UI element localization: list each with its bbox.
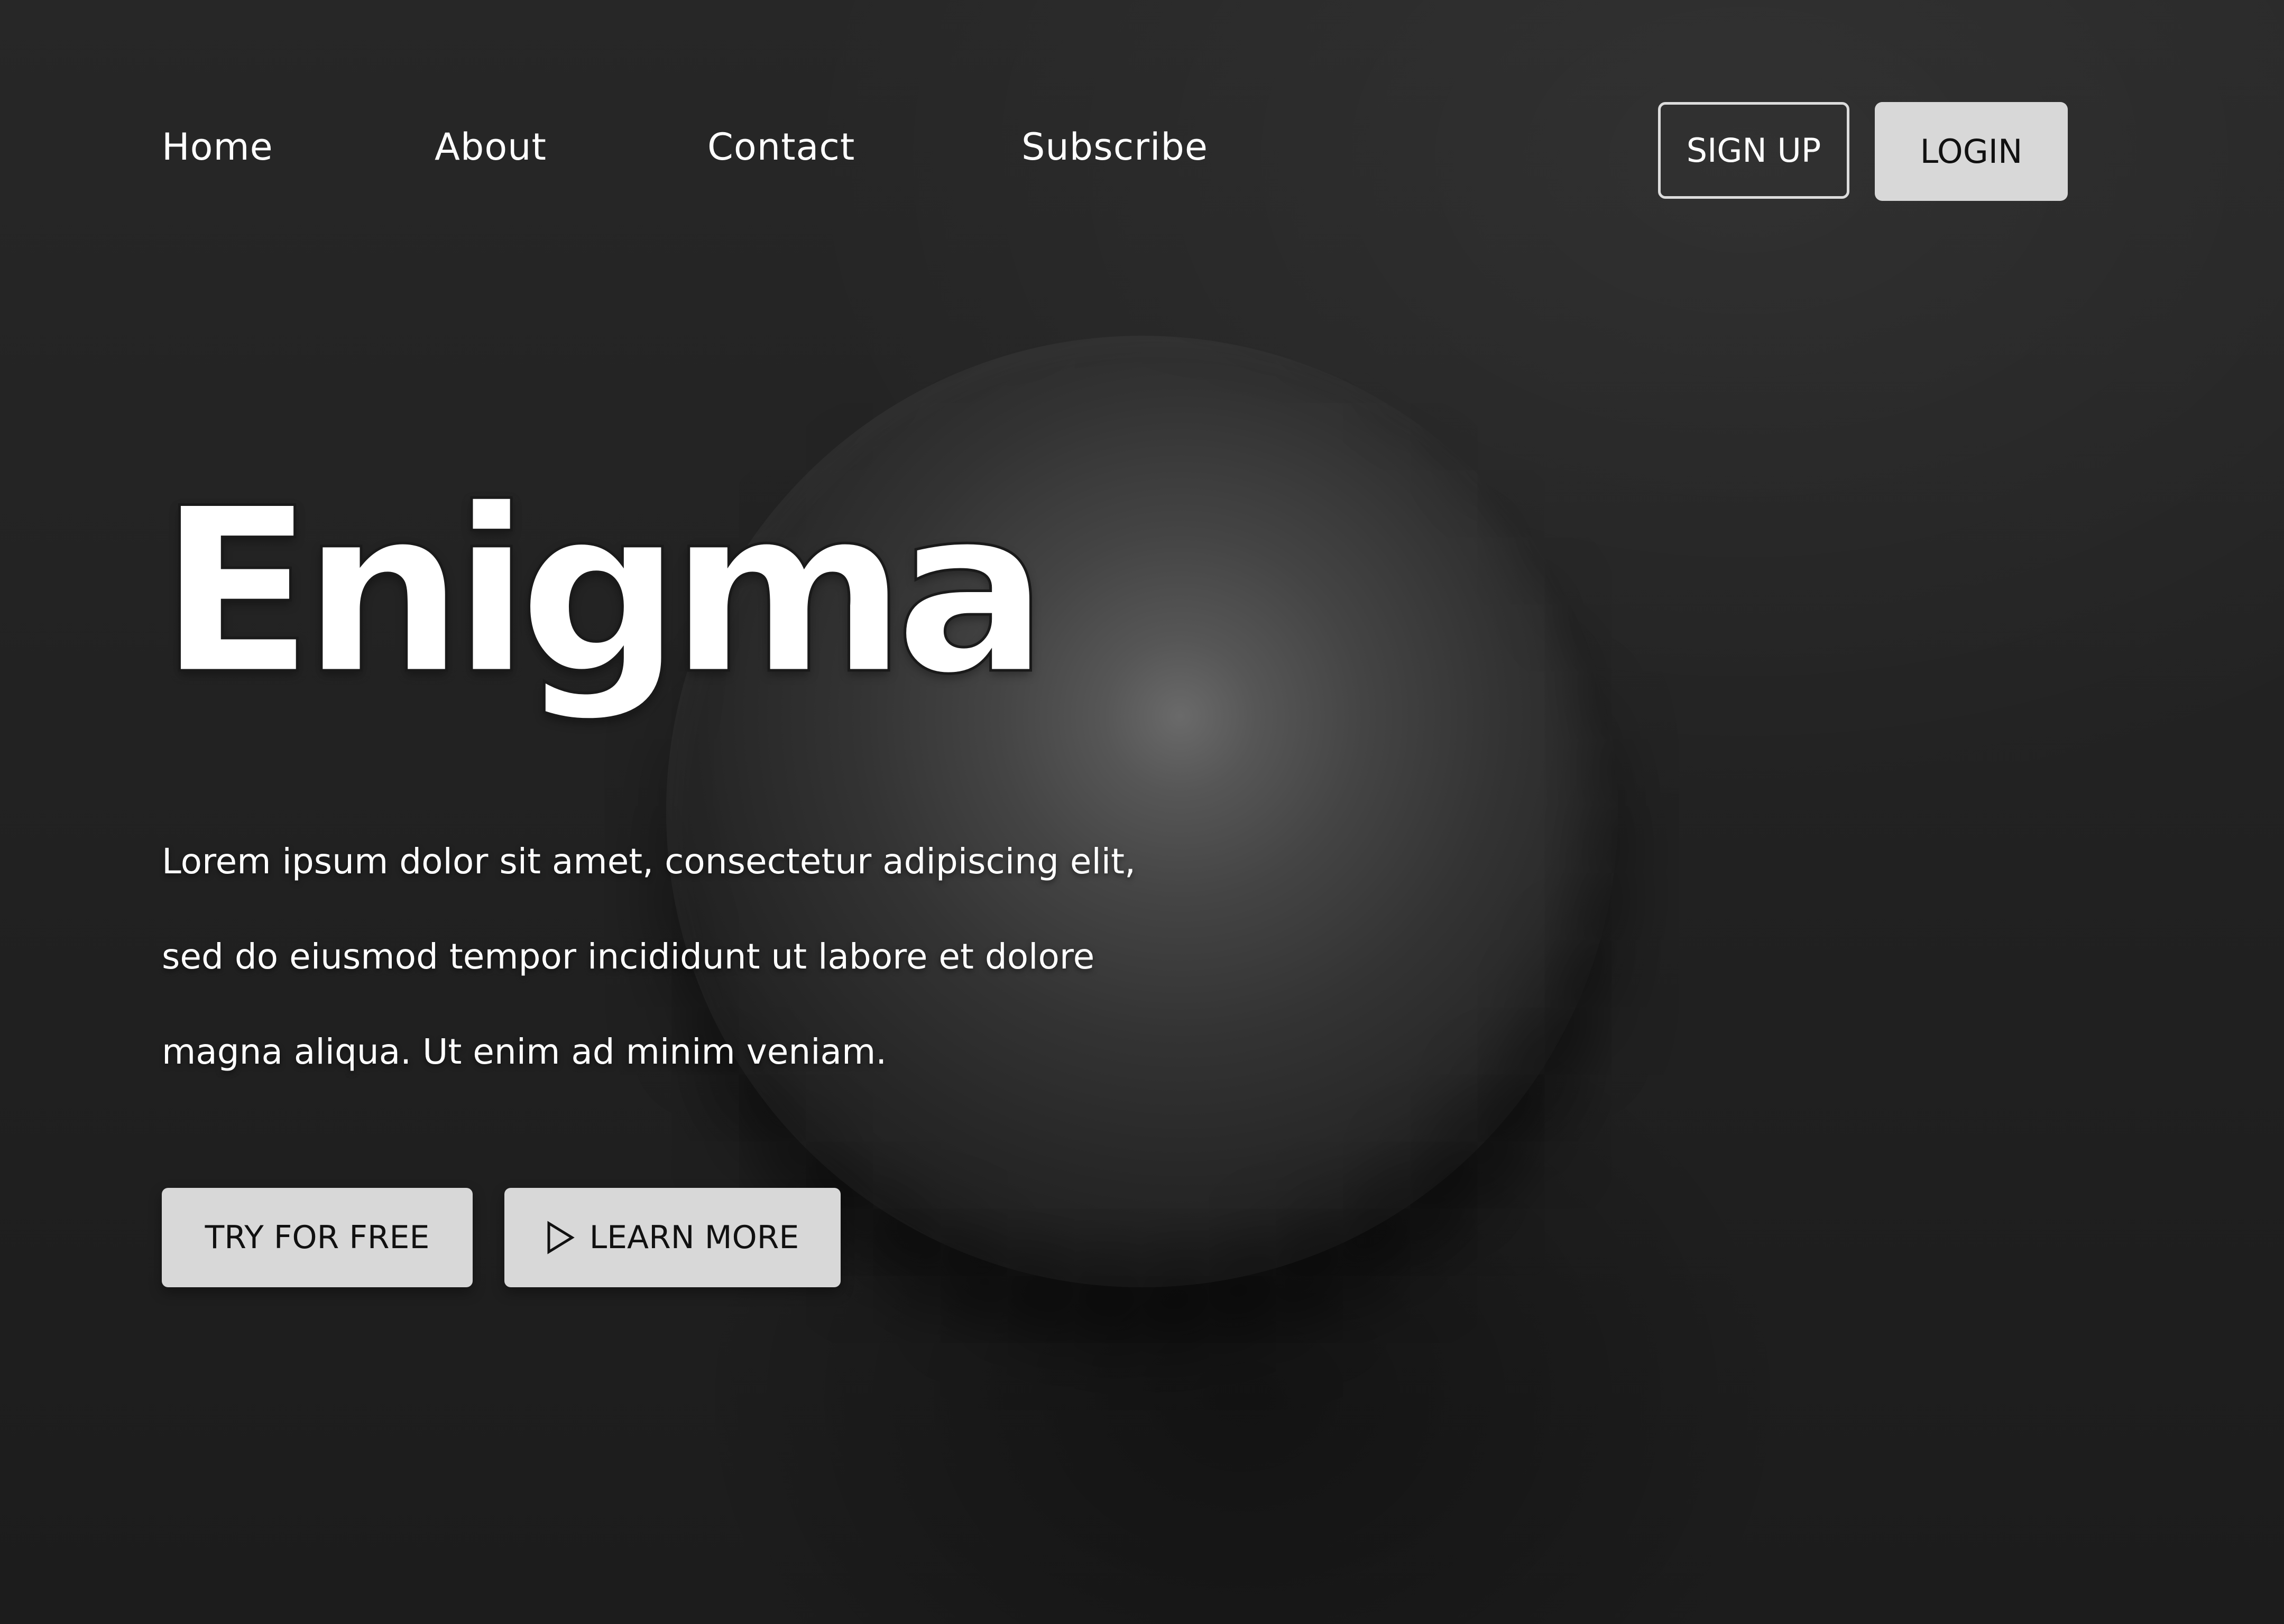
hero-title: Enigma xyxy=(157,460,1049,724)
learn-more-button[interactable]: LEARN MORE xyxy=(504,1188,841,1287)
nav-item-home[interactable]: Home xyxy=(162,121,273,173)
learn-more-label: LEARN MORE xyxy=(589,1219,799,1256)
try-for-free-label: TRY FOR FREE xyxy=(205,1219,430,1256)
hero-description-line: magna aliqua. Ut enim ad minim veniam. xyxy=(162,1031,887,1072)
nav-item-contact[interactable]: Contact xyxy=(707,121,855,173)
nav-item-subscribe[interactable]: Subscribe xyxy=(1021,121,1208,173)
signup-button[interactable]: SIGN UP xyxy=(1658,102,1849,199)
hero-description: Lorem ipsum dolor sit amet, consectetur … xyxy=(162,814,1136,1100)
nav-item-about[interactable]: About xyxy=(435,121,547,173)
hero-description-line: sed do eiusmod tempor incididunt ut labo… xyxy=(162,936,1095,977)
play-icon xyxy=(546,1221,575,1254)
try-for-free-button[interactable]: TRY FOR FREE xyxy=(162,1188,473,1287)
login-button[interactable]: LOGIN xyxy=(1875,102,2068,201)
hero-description-line: Lorem ipsum dolor sit amet, consectetur … xyxy=(162,841,1136,882)
